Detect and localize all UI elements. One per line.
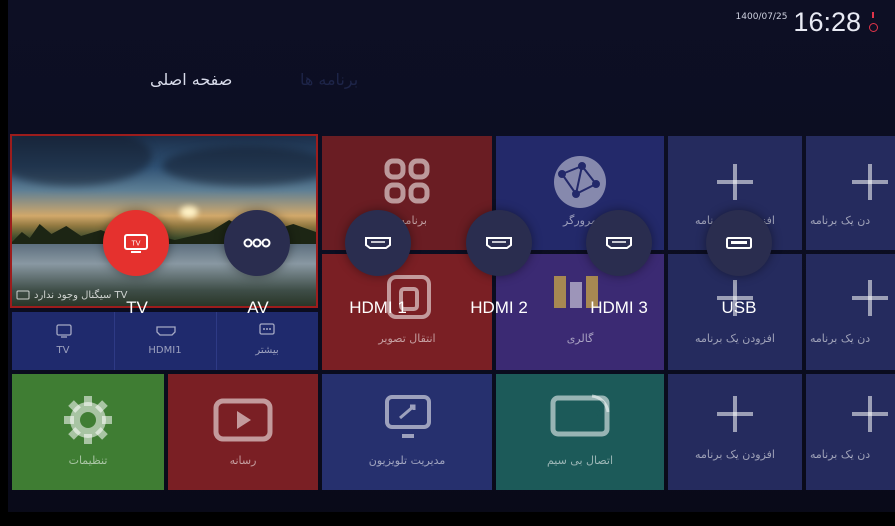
tile-add-app-6[interactable]: دن یک برنامه <box>806 374 895 490</box>
av-icon <box>243 238 271 248</box>
source-hdmi2-label: HDMI 2 <box>470 298 528 317</box>
tile-add-app-2[interactable]: دن یک برنامه <box>806 136 895 250</box>
more-icon <box>259 323 275 335</box>
screen-bezel <box>0 0 8 526</box>
hdmi-icon <box>365 237 391 249</box>
source-hdmi1-label: HDMI 1 <box>349 298 407 317</box>
tile-add-app-5[interactable]: افزودن یک برنامه <box>668 374 802 490</box>
tile-add-label: افزودن یک برنامه <box>695 332 775 345</box>
tile-settings-label: تنظیمات <box>68 454 108 467</box>
tile-wireless[interactable]: اتصال بی سیم <box>496 374 664 490</box>
plus-icon <box>852 280 888 316</box>
tile-tv-manage-label: مدیریت تلویزیون <box>368 454 446 467</box>
plus-icon <box>852 164 888 200</box>
source-usb-label: USB <box>721 298 757 317</box>
plus-icon <box>852 396 888 432</box>
tile-gallery-label: گالری <box>566 332 594 345</box>
shortcut-tv-label: TV <box>56 345 70 356</box>
tv-home-screen: 1400/07/25 16:28 صفحه اصلی برنامه ها برن… <box>0 0 895 526</box>
svg-text:TV: TV <box>132 241 141 248</box>
tv-icon <box>56 324 72 338</box>
shortcut-tv[interactable]: TV <box>12 312 115 370</box>
shortcut-hdmi1-label: HDMI1 <box>148 345 182 356</box>
shortcut-more-label: بیشتر <box>255 345 279 356</box>
status-bar: 1400/07/25 16:28 <box>736 5 883 39</box>
shortcut-more[interactable]: بیشتر <box>216 312 318 370</box>
plus-icon <box>717 396 753 432</box>
source-tv-button[interactable]: TV <box>103 210 169 276</box>
source-usb-button[interactable] <box>706 210 772 276</box>
tab-apps[interactable]: برنامه ها <box>300 70 358 89</box>
tile-apps-label: برنامه ها <box>387 214 427 227</box>
tile-media-label: رسانه <box>229 454 257 467</box>
source-hdmi2-button[interactable] <box>466 210 532 276</box>
tile-add-app-4[interactable]: دن یک برنامه <box>806 254 895 370</box>
cast-icon <box>550 394 610 437</box>
source-hdmi3-label: HDMI 3 <box>590 298 648 317</box>
hdmi-icon <box>156 326 176 336</box>
usb-icon <box>726 237 752 249</box>
tv-manage-icon <box>385 395 431 438</box>
tab-home[interactable]: صفحه اصلی <box>150 70 232 89</box>
source-tv-label: TV <box>126 298 148 317</box>
source-av-button[interactable] <box>224 210 290 276</box>
source-av-label: AV <box>247 298 269 317</box>
clock: 16:28 <box>793 6 861 37</box>
tile-add-label: افزودن یک برنامه <box>695 448 775 461</box>
screen-bezel <box>0 512 895 526</box>
power-icon[interactable] <box>867 11 883 33</box>
hdmi-icon <box>486 237 512 249</box>
date-label: 1400/07/25 <box>735 12 788 22</box>
tile-wireless-label: اتصال بی سیم <box>546 454 614 467</box>
globe-icon <box>554 156 606 208</box>
shortcut-hdmi1[interactable]: HDMI1 <box>114 312 217 370</box>
tv-icon: TV <box>124 234 148 253</box>
tile-add-label: دن یک برنامه <box>810 332 871 345</box>
gear-icon <box>64 396 112 444</box>
tile-add-label: دن یک برنامه <box>810 448 871 461</box>
play-icon <box>213 398 273 442</box>
tv-icon <box>16 290 30 300</box>
tile-tv-manage[interactable]: مدیریت تلویزیون <box>322 374 492 490</box>
source-hdmi3-button[interactable] <box>586 210 652 276</box>
grid-icon <box>384 158 430 204</box>
tile-screen-mirror-label: انتقال تصویر <box>378 332 436 345</box>
tile-settings[interactable]: تنظیمات <box>12 374 164 490</box>
tile-media[interactable]: رسانه <box>168 374 318 490</box>
tile-add-label: دن یک برنامه <box>810 214 871 227</box>
cloud <box>162 146 316 186</box>
tile-preview-bottom[interactable]: TV HDMI1 بیشتر <box>12 312 318 370</box>
hdmi-icon <box>606 237 632 249</box>
source-hdmi1-button[interactable] <box>345 210 411 276</box>
plus-icon <box>717 164 753 200</box>
